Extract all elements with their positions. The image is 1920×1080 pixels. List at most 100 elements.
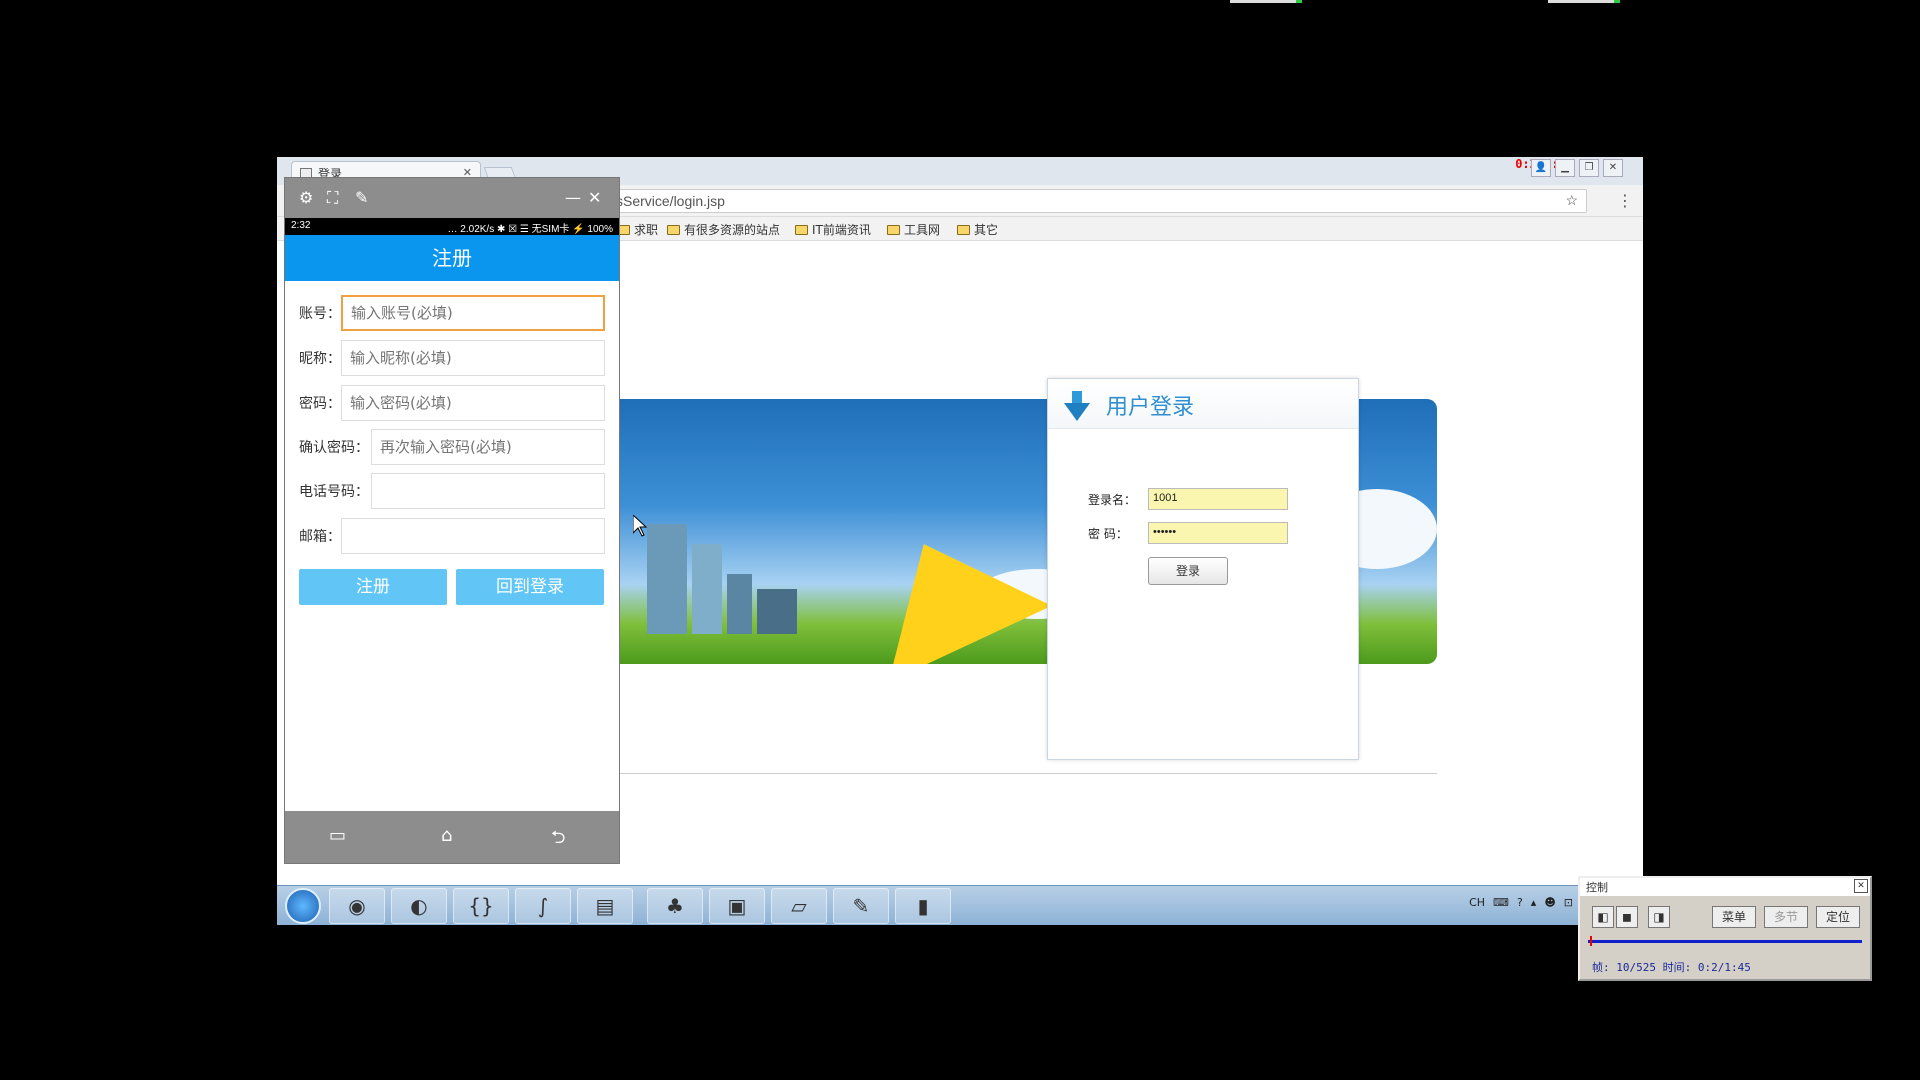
emulator-icon[interactable]: ▮ [895,888,951,924]
star-icon[interactable]: ☆ [1565,192,1578,209]
status-bar: 2:32 … 2.02K/s ✱ ☒ ☰ 无SIM卡 ⚡ 100% [285,218,619,235]
keyboard-icon[interactable]: ⌨ [1493,896,1509,909]
start-button[interactable] [285,888,321,924]
status-time: 2:32 [291,220,311,231]
minimize-icon[interactable]: — [565,188,581,207]
editor-icon[interactable]: ∫ [515,888,571,924]
form-row-confirm: 确认密码： [299,429,605,465]
bookmark-item[interactable]: 有很多资源的站点 [667,221,780,238]
close-window-button[interactable]: ✕ [1603,159,1623,177]
stop-button[interactable]: ◼ [1616,906,1638,928]
folder-icon [957,224,970,235]
password-input[interactable] [341,385,605,421]
url-text: sService/login.jsp [616,193,725,209]
back-to-login-button[interactable]: 回到登录 [456,569,604,605]
password-label: 密 码： [1088,526,1128,541]
page-title: 注册 [285,235,619,281]
tray-expand-icon[interactable]: ▴ [1531,896,1537,909]
paper-plane-shape [842,506,1052,664]
form-row-nickname: 昵称： [299,340,605,376]
building-shape [727,574,752,634]
network-icon[interactable]: ⊡ [1564,896,1573,909]
nickname-label: 昵称： [299,351,341,367]
next-frame-button[interactable]: ◨ [1648,906,1670,928]
control-buttons: ◧ ◼ ◨ 菜单 多节 定位 [1592,906,1860,928]
close-icon[interactable]: ✕ [588,188,601,207]
fullscreen-icon[interactable]: ⛶ [327,188,338,208]
building-shape [692,544,722,634]
control-title-bar: 控制 ✕ [1580,878,1870,896]
login-header: 用户登录 [1048,379,1358,429]
chat-icon[interactable]: ✎ [833,888,889,924]
bookmark-item[interactable]: 其它 [957,221,998,238]
brackets-icon[interactable]: {} [453,888,509,924]
top-indicator [1230,0,1302,3]
multi-section-button[interactable]: 多节 [1764,906,1808,928]
pen-icon[interactable]: ✎ [355,188,368,207]
account-label: 账号： [299,306,341,322]
notepad-icon[interactable]: ▱ [771,888,827,924]
bookmark-item[interactable]: 求职 [617,221,658,238]
status-indicators: … 2.02K/s ✱ ☒ ☰ 无SIM卡 ⚡ 100% [447,224,613,235]
register-button[interactable]: 注册 [299,569,447,605]
form-row-password: 密码： [299,385,605,421]
folder-icon [887,224,900,235]
user-icon[interactable]: 👤 [1531,159,1551,177]
back-icon[interactable]: ⮌ [551,825,565,855]
form-row-account: 账号： [299,295,605,331]
menu-button[interactable]: 菜单 [1712,906,1756,928]
nickname-input[interactable] [341,340,605,376]
gear-icon[interactable]: ⚙ [299,188,313,207]
chrome-icon[interactable]: ◉ [329,888,385,924]
app-icon[interactable]: ♣ [647,888,703,924]
password-input[interactable]: •••••• [1148,522,1288,544]
bookmark-item[interactable]: 工具网 [887,221,940,238]
locate-button[interactable]: 定位 [1816,906,1860,928]
eclipse-icon[interactable]: ◐ [391,888,447,924]
confirm-label: 确认密码： [299,440,369,456]
confirm-password-input[interactable] [371,429,605,465]
home-icon[interactable]: ⌂ [441,825,452,846]
recent-apps-icon[interactable]: ▭ [329,825,346,846]
prev-frame-button[interactable]: ◧ [1592,906,1614,928]
window-icon[interactable]: ▣ [709,888,765,924]
folder-icon[interactable]: ▤ [577,888,633,924]
building-shape [757,589,797,634]
control-title: 控制 [1586,881,1608,894]
login-panel: 用户登录 登录名： 1001 密 码： •••••• 登录 [1047,378,1359,760]
android-nav-bar: ▭ ⌂ ⮌ [285,811,619,863]
emulator-toolbar: ⚙ ⛶ ✎ — ✕ [285,178,619,218]
address-bar[interactable]: sService/login.jsp ☆ [607,189,1587,213]
close-icon[interactable]: ✕ [1854,879,1868,893]
username-input[interactable]: 1001 [1148,488,1288,510]
register-form: 账号： 昵称： 密码： 确认密码： 电话号码： 邮箱： 注册 回到登录 [285,281,619,811]
divider [617,773,1437,774]
minimize-button[interactable]: ▁ [1555,159,1575,177]
phone-label: 电话号码： [299,484,369,500]
progress-knob[interactable] [1590,936,1592,946]
maximize-button[interactable]: ❐ [1579,159,1599,177]
password-label: 密码： [299,396,341,412]
menu-icon[interactable]: ⋮ [1617,191,1633,210]
folder-icon [795,224,808,235]
help-icon[interactable]: ? [1517,896,1523,909]
phone-emulator: ⚙ ⛶ ✎ — ✕ 2:32 … 2.02K/s ✱ ☒ ☰ 无SIM卡 ⚡ 1… [285,178,619,863]
phone-input[interactable] [371,473,605,509]
language-indicator[interactable]: CH [1469,896,1485,909]
qq-icon[interactable]: ☻ [1544,896,1555,909]
progress-track[interactable] [1588,936,1862,946]
folder-icon [667,224,680,235]
building-shape [647,524,687,634]
top-indicator [1548,0,1620,3]
form-row-email: 邮箱： [299,518,605,554]
login-title: 用户登录 [1106,395,1195,420]
cursor-icon [633,515,647,537]
taskbar: ◉ ◐ {} ∫ ▤ ♣ ▣ ▱ ✎ ▮ CH ⌨ ? ▴ ☻ ⊡ 20 [277,885,1643,925]
bookmark-item[interactable]: IT前端资讯 [795,221,871,238]
recorder-control-panel: 控制 ✕ ◧ ◼ ◨ 菜单 多节 定位 帧: 10/525 时间: 0:2/1:… [1578,876,1872,981]
email-input[interactable] [341,518,605,554]
login-button[interactable]: 登录 [1148,557,1228,585]
email-label: 邮箱： [299,529,341,545]
account-input[interactable] [341,295,605,331]
down-arrow-icon [1064,391,1090,421]
